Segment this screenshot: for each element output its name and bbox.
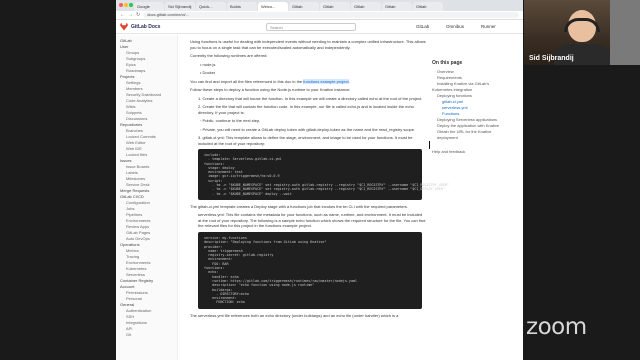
docs-brand[interactable]: GitLab Docs [131, 24, 160, 30]
gitlab-logo-icon[interactable] [120, 22, 128, 31]
speaker-name-label: Sid Sijbrandij [529, 55, 574, 62]
example-paragraph: You can find and import all the files re… [190, 78, 350, 84]
browser-tab[interactable]: Gitlab [320, 2, 350, 11]
header-link-omnibus[interactable]: Omnibus [446, 24, 464, 29]
toc-list: Overview Requirements Installing Knative v… [432, 69, 520, 141]
back-icon[interactable]: ← [120, 12, 125, 18]
code-line: FUNCTION: echo [204, 300, 245, 305]
gitlab-docs-header: GitLab Docs Search GitLab Omnibus Runner [116, 20, 523, 34]
code-block-serverless: service: my-functions description: "Deplo… [198, 231, 422, 309]
sidebar-item[interactable]: Git [120, 332, 173, 338]
minimize-window-icon[interactable] [124, 3, 128, 7]
forward-icon[interactable]: → [128, 12, 133, 18]
browser-tab[interactable]: Gitlab [351, 2, 381, 11]
zoom-watermark-logo: zoom [526, 314, 587, 340]
browser-tab[interactable]: Gitlab [289, 2, 319, 11]
doc-content: Using functions is useful for dealing wi… [190, 35, 449, 360]
substep: ◦ Public, continue to the next step. [200, 118, 261, 123]
browser-tab[interactable]: Gitlab [413, 2, 443, 11]
docs-sidebar: GitLab User Groups Subgroups Epics Roadmaps Pr… [116, 35, 178, 360]
runtime-item: • node.js [200, 61, 216, 67]
speaker-background [610, 0, 640, 65]
reload-icon[interactable]: ↻ [136, 12, 140, 18]
header-link-runner[interactable]: Runner [481, 24, 496, 29]
browser-tab[interactable]: Builds [227, 2, 257, 11]
code-block-gitlab-ci: include: - template: Serverless.gitlab-c… [198, 149, 449, 200]
intro-paragraph: Using functions is useful for dealing wi… [190, 39, 426, 50]
help-feedback-link[interactable]: Help and feedback [432, 149, 520, 154]
steps-intro: Follow these steps to deploy a function … [190, 87, 351, 92]
table-of-contents: On this page Overview Requirements Install… [432, 60, 520, 154]
step-2: 2. Create the file that will contain the… [198, 104, 414, 115]
substep: ◦ Private, you will need to create a Git… [200, 126, 416, 132]
browser-tab[interactable]: Sid Sijbrandij [165, 2, 195, 11]
zoom-left-margin [0, 0, 116, 360]
browser-tab[interactable]: Quick... [196, 2, 226, 11]
text-cursor-icon [429, 141, 433, 149]
footer-paragraph: The serverless.yml file references both … [190, 312, 399, 318]
code-line: - tm -n "$KUBE_NAMESPACE" deploy --wait [204, 191, 292, 196]
after-code-paragraph: The gitlab-ci.yml template creates a Dep… [190, 203, 408, 209]
runtime-item: • Docker [200, 70, 216, 75]
address-field[interactable]: docs.gitlab.com/ee/ci/... [143, 12, 519, 18]
maximize-window-icon[interactable] [129, 3, 133, 7]
url-bar: ← → ↻ docs.gitlab.com/ee/ci/... [116, 11, 523, 20]
toc-item[interactable]: deployment [432, 135, 520, 141]
toc-title: On this page [432, 60, 463, 66]
step-3: 3. gitlab-ci.yml: This template allows t… [198, 135, 413, 146]
step-1: 1. Create a directory that will house th… [198, 95, 423, 101]
close-window-icon[interactable] [119, 3, 123, 7]
headset-icon [564, 18, 600, 32]
browser-tab[interactable]: Google [134, 2, 164, 11]
browser-tab[interactable]: Gitlab [382, 2, 412, 11]
runtimes-label: Currently the following runtimes are off… [190, 53, 268, 58]
tab-bar: Google Sid Sijbrandij Quick... Builds Welco.… [116, 0, 523, 11]
browser-tab[interactable]: Welco... [258, 2, 288, 11]
serverless-paragraph: serverless.yml: This file contains the m… [198, 212, 426, 229]
header-link-gitlab[interactable]: GitLab [416, 24, 429, 29]
browser-window: Google Sid Sijbrandij Quick... Builds Welco.… [116, 0, 523, 360]
docs-search-input[interactable]: Search [266, 23, 356, 31]
functions-example-link[interactable]: functions example project [303, 78, 349, 84]
